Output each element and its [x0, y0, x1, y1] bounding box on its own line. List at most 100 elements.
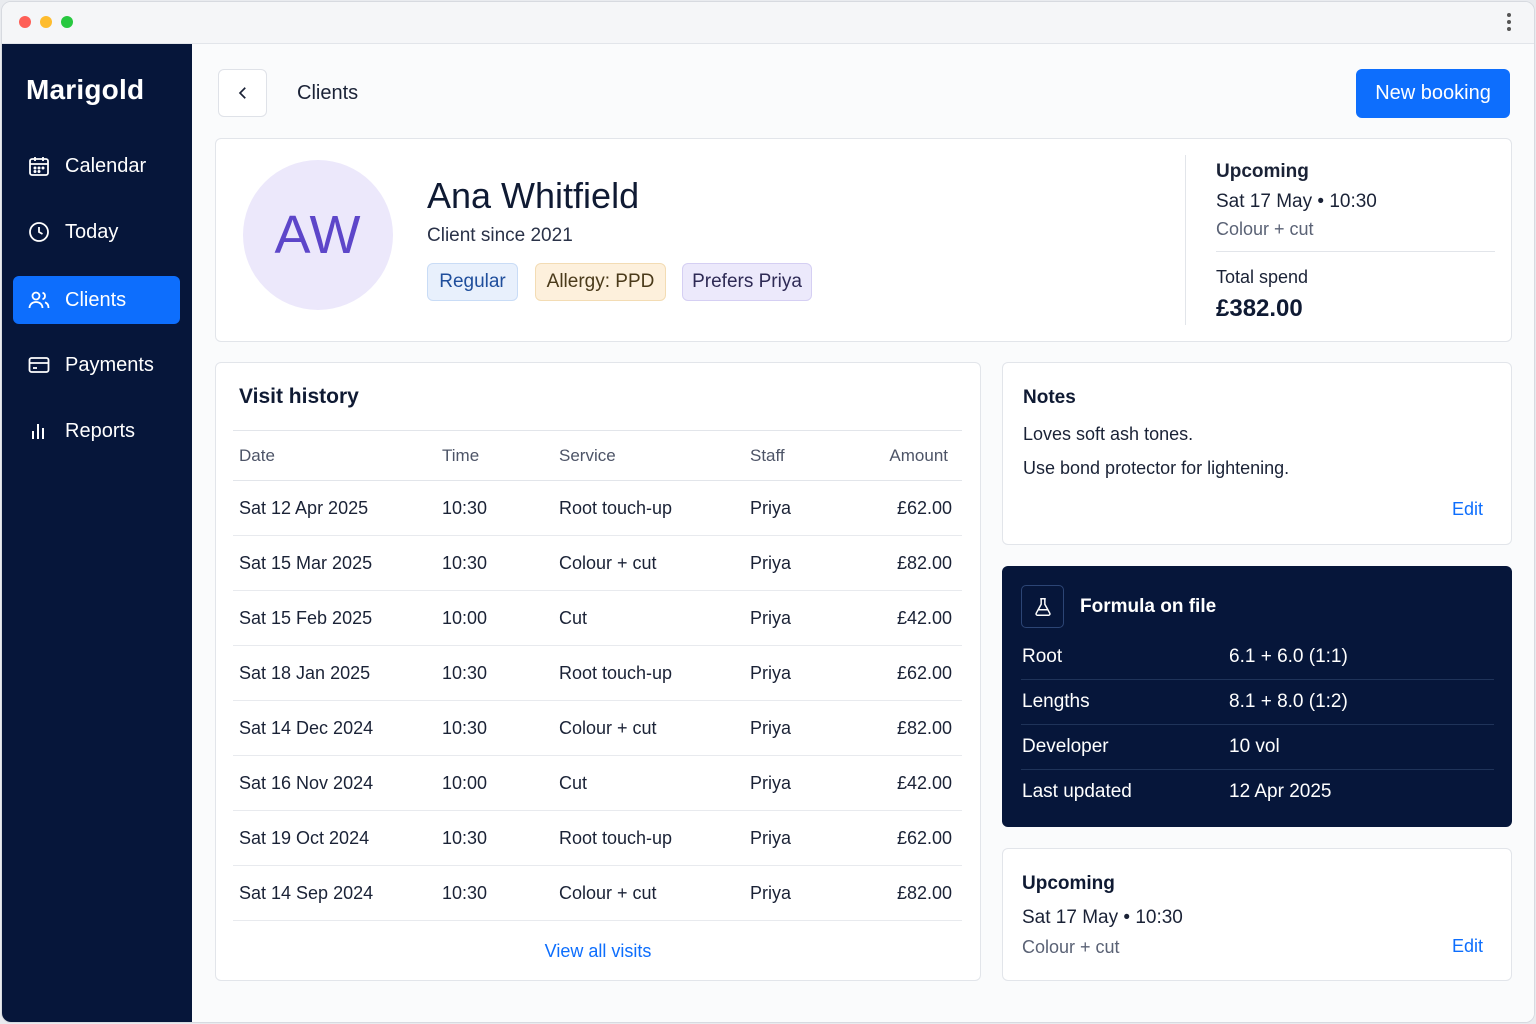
upcoming-card: Upcoming Sat 17 May • 10:30 Colour + cut… — [1002, 848, 1512, 981]
nav-item-payments[interactable]: Payments — [13, 341, 180, 389]
client-profile-card: AW Ana Whitfield Client since 2021 Regul… — [215, 138, 1512, 342]
table-row[interactable]: Sat 12 Apr 2025 10:30 Root touch-up Priya £6… — [233, 480, 962, 536]
formula-key: Last updated — [1022, 781, 1132, 802]
formula-key: Root — [1022, 646, 1063, 667]
cell-staff: Priya — [744, 755, 854, 811]
cell-amount: £62.00 — [854, 480, 962, 536]
table-row[interactable]: Sat 14 Dec 2024 10:30 Colour + cut Priya £82… — [233, 700, 962, 756]
cell-staff: Priya — [744, 810, 854, 866]
divider — [1185, 155, 1186, 325]
title-bar — [2, 2, 1534, 44]
edit-upcoming-link[interactable]: Edit — [1452, 936, 1483, 957]
table-header-row: Date Time Service Staff Amount — [233, 430, 962, 481]
view-all-visits-link[interactable]: View all visits — [216, 941, 980, 962]
nav-label: Today — [65, 220, 119, 243]
cell-time: 10:30 — [436, 535, 553, 591]
card-icon — [28, 357, 50, 373]
formula-card: Formula on file Root 6.1 + 6.0 (1:1) Len… — [1002, 566, 1512, 827]
cell-staff: Priya — [744, 865, 854, 921]
note-line: Loves soft ash tones. — [1023, 424, 1194, 444]
nav-item-today[interactable]: Today — [13, 208, 180, 256]
client-since: Client since 2021 — [427, 225, 573, 246]
new-booking-button[interactable]: New booking — [1356, 69, 1510, 118]
edit-notes-link[interactable]: Edit — [1452, 499, 1483, 520]
formula-value: 10 vol — [1229, 736, 1280, 757]
cell-amount: £82.00 — [854, 865, 962, 921]
column-header-date[interactable]: Date — [233, 430, 436, 481]
table-row[interactable]: Sat 15 Feb 2025 10:00 Cut Priya £42.00 — [233, 590, 962, 646]
formula-value: 6.1 + 6.0 (1:1) — [1229, 646, 1348, 667]
client-name: Ana Whitfield — [427, 175, 640, 216]
formula-key: Lengths — [1022, 691, 1090, 712]
cell-amount: £82.00 — [854, 700, 962, 756]
formula-title: Formula on file — [1080, 596, 1217, 617]
cell-service: Colour + cut — [553, 700, 744, 756]
total-spend-value: £382.00 — [1216, 295, 1303, 322]
upcoming-date: Sat 17 May • 10:30 — [1216, 191, 1377, 212]
tag-regular: Regular — [427, 263, 518, 301]
nav-label: Clients — [65, 288, 127, 311]
tag-preferred-staff: Prefers Priya — [682, 263, 812, 301]
nav-item-reports[interactable]: Reports — [13, 407, 180, 455]
column-header-staff[interactable]: Staff — [744, 430, 854, 481]
nav-label: Calendar — [65, 154, 147, 177]
minimize-window-button[interactable] — [40, 16, 52, 28]
total-spend-label: Total spend — [1216, 267, 1309, 287]
flask-icon — [1021, 585, 1064, 628]
formula-row: Lengths 8.1 + 8.0 (1:2) — [1021, 679, 1494, 724]
formula-value: 12 Apr 2025 — [1229, 781, 1332, 802]
more-options-icon[interactable] — [1506, 13, 1512, 33]
cell-staff: Priya — [744, 480, 854, 536]
cell-service: Root touch-up — [553, 645, 744, 701]
visit-history-title: Visit history — [239, 385, 359, 408]
breadcrumb[interactable]: Clients — [297, 82, 358, 105]
nav-item-calendar[interactable]: Calendar — [13, 142, 180, 190]
column-header-amount[interactable]: Amount — [854, 430, 962, 481]
cell-staff: Priya — [744, 700, 854, 756]
cell-service: Colour + cut — [553, 535, 744, 591]
table-row[interactable]: Sat 19 Oct 2024 10:30 Root touch-up Priya £6… — [233, 810, 962, 866]
cell-staff: Priya — [744, 535, 854, 591]
maximize-window-button[interactable] — [61, 16, 73, 28]
back-button[interactable] — [218, 69, 267, 117]
column-header-time[interactable]: Time — [436, 430, 553, 481]
formula-row: Developer 10 vol — [1021, 724, 1494, 769]
cell-time: 10:30 — [436, 645, 553, 701]
bar-chart-icon — [32, 424, 44, 439]
cell-time: 10:00 — [436, 590, 553, 646]
cell-date: Sat 15 Mar 2025 — [233, 535, 436, 591]
formula-row: Root 6.1 + 6.0 (1:1) — [1021, 635, 1494, 680]
table-row[interactable]: Sat 16 Nov 2024 10:00 Cut Priya £42.00 — [233, 755, 962, 811]
formula-row: Last updated 12 Apr 2025 — [1021, 769, 1494, 814]
cell-time: 10:30 — [436, 480, 553, 536]
cell-amount: £62.00 — [854, 810, 962, 866]
upcoming-label: Upcoming — [1022, 873, 1115, 894]
table-row[interactable]: Sat 14 Sep 2024 10:30 Colour + cut Priya £82… — [233, 865, 962, 921]
column-header-service[interactable]: Service — [553, 430, 744, 481]
cell-service: Root touch-up — [553, 810, 744, 866]
cell-service: Cut — [553, 755, 744, 811]
cell-time: 10:30 — [436, 700, 553, 756]
nav-item-clients[interactable]: Clients — [13, 276, 180, 324]
users-icon — [28, 291, 50, 309]
app-window: Marigold Calendar Today Clients Payments… — [1, 1, 1535, 1023]
cell-staff: Priya — [744, 645, 854, 701]
cell-date: Sat 18 Jan 2025 — [233, 645, 436, 701]
table-row[interactable]: Sat 15 Mar 2025 10:30 Colour + cut Priya £82… — [233, 535, 962, 591]
notes-card: Notes Loves soft ash tones. Use bond pro… — [1002, 362, 1512, 545]
upcoming-date: Sat 17 May • 10:30 — [1022, 907, 1183, 928]
upcoming-service: Colour + cut — [1216, 219, 1314, 239]
cell-service: Cut — [553, 590, 744, 646]
cell-time: 10:30 — [436, 810, 553, 866]
close-window-button[interactable] — [19, 16, 31, 28]
divider — [1216, 251, 1495, 252]
cell-amount: £62.00 — [854, 645, 962, 701]
cell-service: Root touch-up — [553, 480, 744, 536]
cell-amount: £42.00 — [854, 755, 962, 811]
cell-amount: £42.00 — [854, 590, 962, 646]
formula-key: Developer — [1022, 736, 1109, 757]
calendar-icon — [29, 157, 49, 176]
table-row[interactable]: Sat 18 Jan 2025 10:30 Root touch-up Priya £6… — [233, 645, 962, 701]
cell-date: Sat 16 Nov 2024 — [233, 755, 436, 811]
note-line: Use bond protector for lightening. — [1023, 458, 1290, 478]
